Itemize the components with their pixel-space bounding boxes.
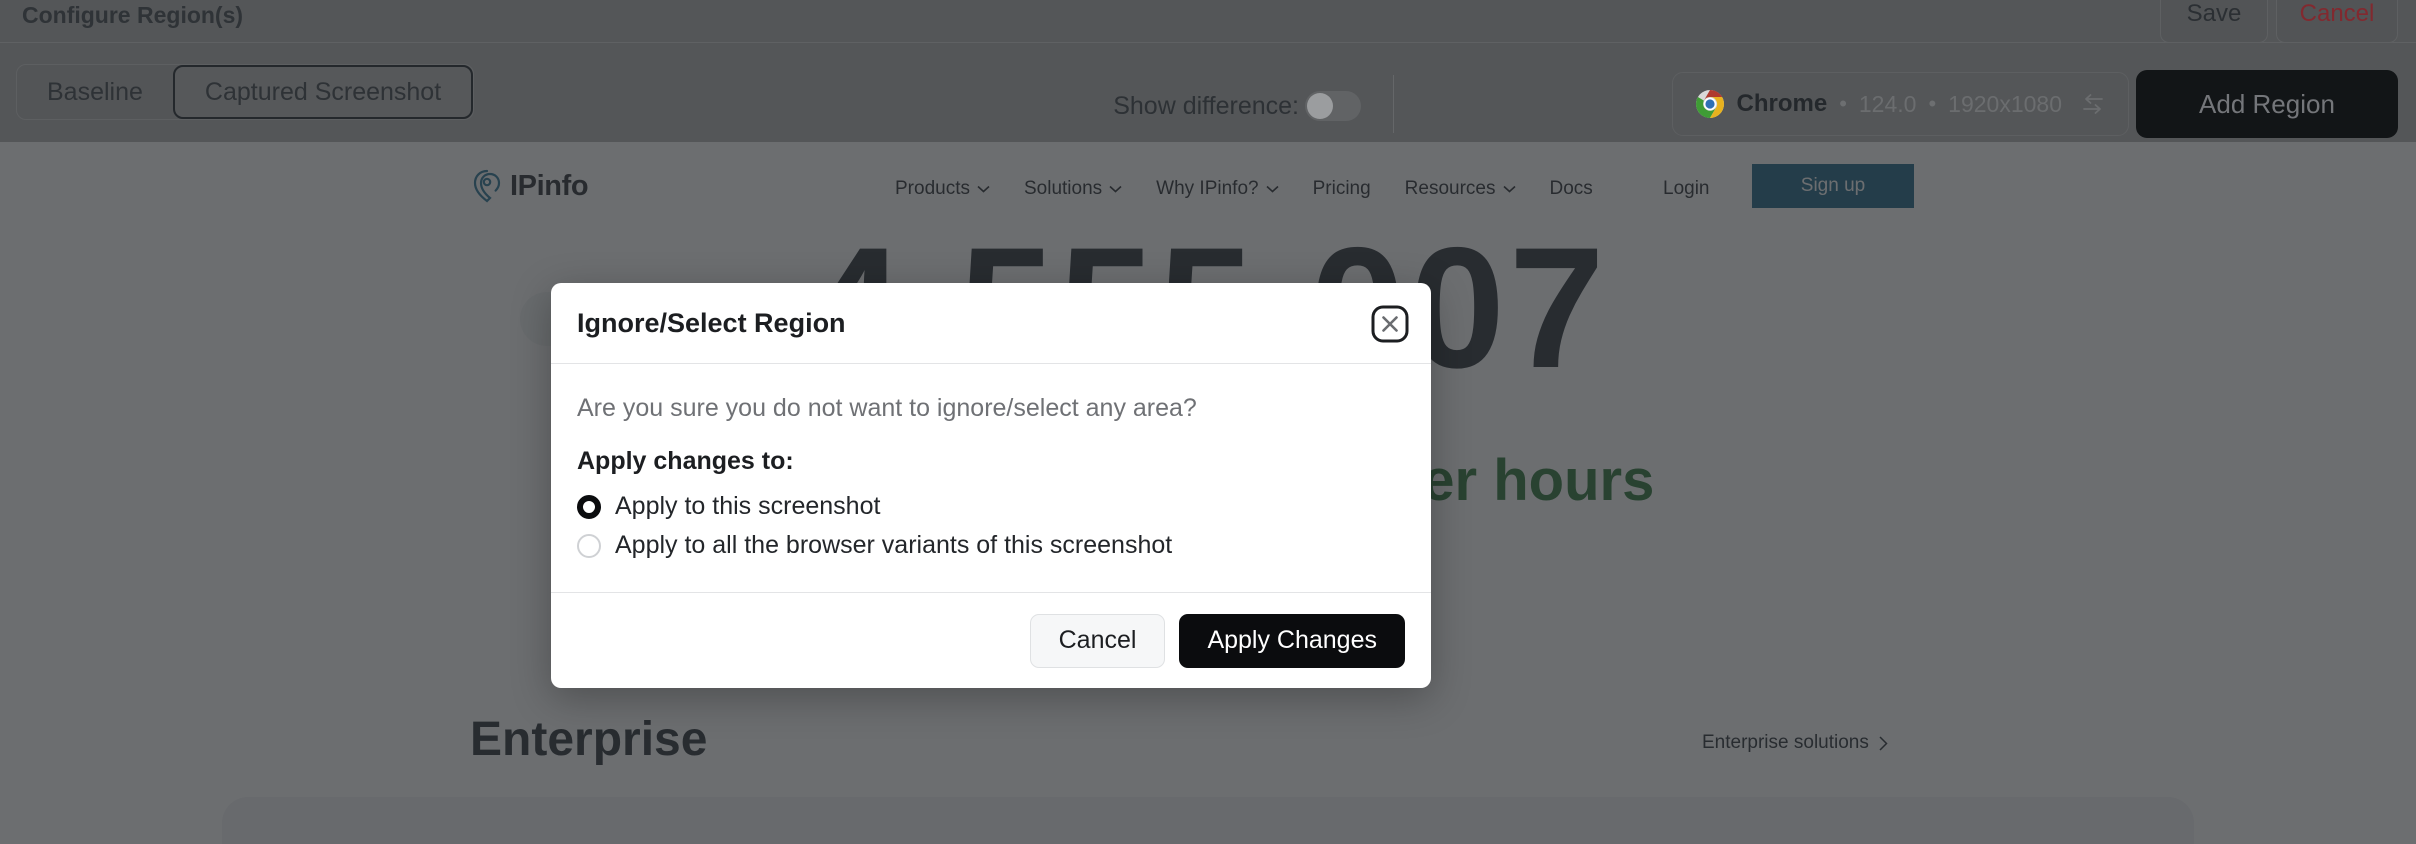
ipinfo-pin-icon [473, 169, 501, 203]
chevron-down-icon [1109, 185, 1122, 193]
radio-label: Apply to all the browser variants of thi… [615, 531, 1173, 559]
signup-button[interactable]: Sign up [1752, 164, 1914, 208]
tab-baseline[interactable]: Baseline [17, 65, 173, 119]
toolbar-divider [1393, 75, 1394, 133]
site-nav-links: Products Solutions Why IPinfo? Pricing R… [895, 178, 1593, 200]
toggle-knob [1307, 93, 1333, 119]
radio-icon-unselected[interactable] [577, 533, 601, 558]
modal-cancel-button[interactable]: Cancel [1029, 613, 1166, 668]
modal-question: Are you sure you do not want to ignore/s… [577, 394, 1197, 422]
save-button[interactable]: Save [2160, 0, 2268, 43]
toolbar-bottom-row: Baseline Captured Screenshot Show differ… [0, 43, 2416, 141]
chip-separator: • [1839, 91, 1847, 116]
chevron-right-icon [1879, 735, 1888, 751]
nav-item-resources[interactable]: Resources [1405, 178, 1516, 200]
enterprise-heading: Enterprise [470, 713, 708, 766]
nav-label: Docs [1549, 178, 1593, 199]
content-panel [222, 797, 2194, 844]
enterprise-solutions-link[interactable]: Enterprise solutions [1702, 732, 1888, 754]
modal-header: Ignore/Select Region [551, 283, 1431, 364]
ipinfo-logo[interactable]: IPinfo [472, 169, 589, 203]
browser-variant-chip[interactable]: Chrome • 124.0 • 1920x1080 [1671, 72, 2129, 136]
show-difference-label: Show difference: [1113, 91, 1299, 120]
app-root: IPinfo Products Solutions Why IPinfo? Pr… [0, 0, 2416, 844]
nav-label: Pricing [1312, 178, 1371, 199]
cancel-button[interactable]: Cancel [2276, 0, 2398, 43]
nav-item-solutions[interactable]: Solutions [1024, 178, 1122, 200]
modal-title: Ignore/Select Region [577, 307, 846, 338]
add-region-button[interactable]: Add Region [2136, 70, 2398, 138]
close-icon[interactable] [1371, 305, 1409, 343]
modal-body: Are you sure you do not want to ignore/s… [551, 364, 1431, 592]
brand-text: IPinfo [510, 169, 589, 202]
login-link[interactable]: Login [1663, 178, 1710, 200]
browser-version: 124.0 [1858, 90, 1917, 117]
nav-item-pricing[interactable]: Pricing [1313, 178, 1371, 200]
tab-captured-screenshot[interactable]: Captured Screenshot [172, 65, 474, 119]
nav-label: Why IPinfo? [1156, 178, 1259, 199]
nav-item-products[interactable]: Products [895, 178, 990, 200]
enterprise-link-label: Enterprise solutions [1702, 732, 1869, 753]
nav-item-docs[interactable]: Docs [1550, 178, 1593, 200]
browser-resolution: 1920x1080 [1948, 90, 2062, 117]
toolbar-top-row: Configure Region(s) Save Cancel [0, 0, 2416, 43]
apply-changes-label: Apply changes to: [577, 447, 794, 475]
chrome-icon [1695, 90, 1724, 118]
modal-footer: Cancel Apply Changes [551, 592, 1431, 688]
chip-separator: • [1928, 91, 1937, 116]
nav-label: Solutions [1023, 178, 1103, 199]
browser-name: Chrome [1736, 90, 1828, 117]
radio-option-all-browser-variants[interactable]: Apply to all the browser variants of thi… [577, 531, 1405, 560]
swap-icon[interactable] [2080, 91, 2106, 117]
chevron-down-icon [1502, 185, 1516, 193]
page-title: Configure Region(s) [22, 2, 244, 28]
nav-label: Resources [1404, 178, 1496, 199]
radio-label: Apply to this screenshot [615, 492, 881, 520]
chevron-down-icon [977, 185, 990, 193]
chevron-down-icon [1266, 185, 1279, 193]
configure-regions-toolbar: Configure Region(s) Save Cancel Baseline… [0, 0, 2416, 142]
nav-item-why-ipinfo[interactable]: Why IPinfo? [1156, 178, 1279, 200]
ignore-select-region-modal: Ignore/Select Region Are you sure you do… [551, 283, 1431, 688]
modal-apply-changes-button[interactable]: Apply Changes [1179, 613, 1405, 668]
show-difference-toggle[interactable] [1305, 91, 1361, 121]
nav-label: Products [895, 178, 970, 199]
radio-option-this-screenshot[interactable]: Apply to this screenshot [577, 492, 1405, 521]
show-difference-control: Show difference: [1113, 91, 1361, 121]
view-mode-segmented-control: Baseline Captured Screenshot [16, 64, 475, 120]
radio-icon-selected[interactable] [577, 494, 601, 519]
